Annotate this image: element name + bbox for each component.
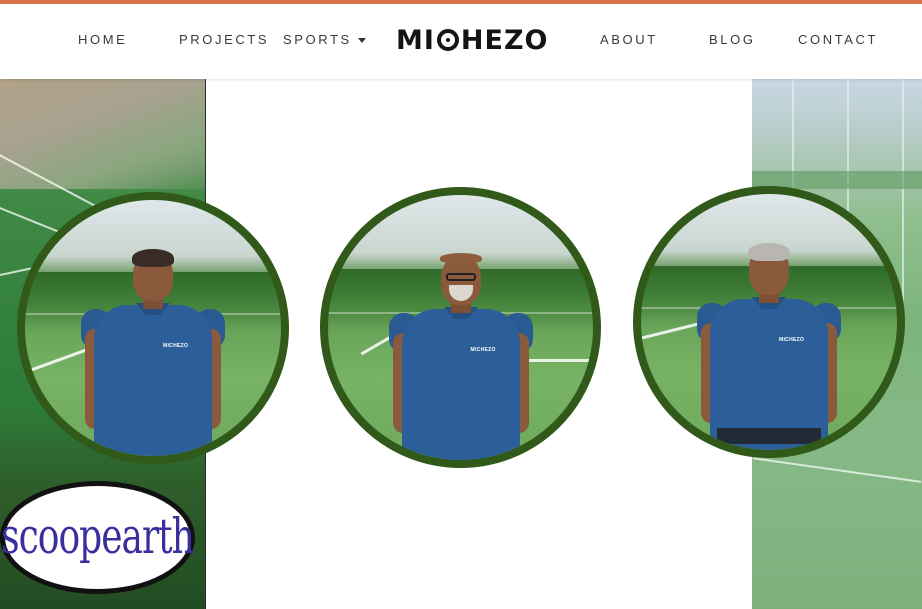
shirt-badge: MICHEZO	[163, 343, 189, 349]
field-line	[752, 457, 922, 483]
nav-projects[interactable]: PROJECTS	[179, 32, 269, 47]
hair	[132, 249, 174, 267]
shirt-badge: MICHEZO	[470, 347, 496, 353]
nav-blog[interactable]: BLOG	[709, 32, 756, 47]
team-member-portrait-3: MICHEZO	[633, 186, 905, 458]
logo-ring-icon	[436, 29, 459, 51]
nav-about[interactable]: ABOUT	[600, 32, 658, 47]
person-figure: MICHEZO	[697, 243, 841, 450]
person-figure: MICHEZO	[81, 249, 225, 456]
polo-shirt	[94, 305, 212, 456]
chevron-down-icon	[357, 38, 366, 44]
scoopearth-watermark: scoopearth	[0, 481, 195, 594]
fence-post	[902, 79, 904, 319]
site-logo[interactable]: MI HEZO	[396, 23, 549, 57]
hair	[748, 243, 790, 261]
nav-home[interactable]: HOME	[78, 32, 127, 47]
navbar: HOME PROJECTS SPORTS MI HEZO ABOUT BLOG C…	[0, 4, 922, 79]
person-figure: MICHEZO	[388, 253, 533, 460]
belt	[717, 428, 821, 444]
shirt-badge: MICHEZO	[779, 337, 805, 343]
watermark-text: scoopearth	[1, 509, 195, 566]
team-member-portrait-2: MICHEZO	[320, 187, 601, 468]
logo-text-right: HEZO	[460, 24, 549, 56]
logo-text-left: MI	[396, 24, 435, 56]
glasses	[445, 273, 476, 281]
nav-sports-label: SPORTS	[283, 32, 352, 47]
polo-shirt	[401, 309, 520, 460]
nav-sports[interactable]: SPORTS	[283, 32, 366, 47]
hair	[439, 253, 482, 263]
nav-contact[interactable]: CONTACT	[798, 32, 878, 47]
team-member-portrait-1: MICHEZO	[17, 192, 289, 464]
